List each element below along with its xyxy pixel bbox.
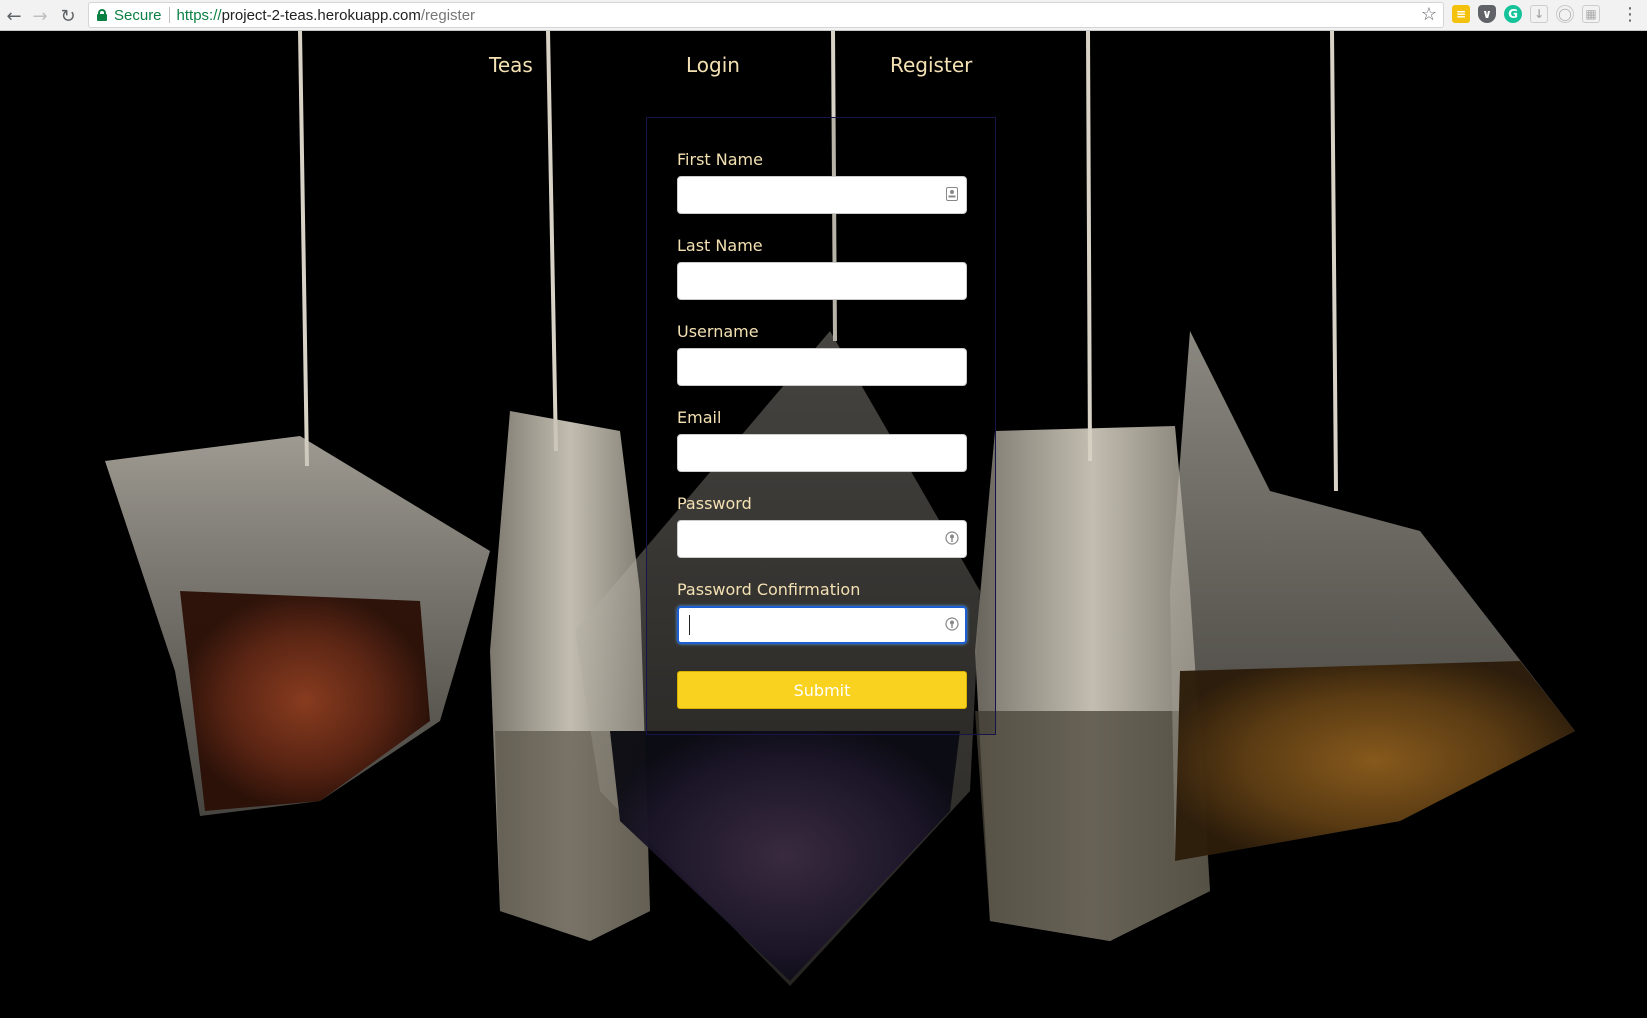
first-name-label: First Name <box>677 150 763 169</box>
text-caret <box>689 615 690 635</box>
back-icon[interactable]: ← <box>0 2 28 30</box>
register-form: First Name Last Name Username Email Pass… <box>646 117 996 735</box>
lock-icon <box>97 9 107 21</box>
extension-pin-icon[interactable]: ↓ <box>1530 5 1548 23</box>
browser-menu-icon[interactable]: ⋮ <box>1621 4 1639 25</box>
username-input[interactable] <box>677 348 967 386</box>
password-field-wrap <box>677 520 967 558</box>
page: Teas Login Register First Name Last Name… <box>0 31 1647 1018</box>
nav-link-login[interactable]: Login <box>686 53 740 77</box>
extension-circle-icon[interactable]: ◯ <box>1556 5 1574 23</box>
email-label: Email <box>677 408 722 427</box>
first-name-field-wrap <box>677 176 967 214</box>
address-bar[interactable]: Secure https://project-2-teas.herokuapp.… <box>88 2 1444 28</box>
reload-icon[interactable]: ↻ <box>54 2 82 30</box>
extension-yellow-icon[interactable]: ≡ <box>1452 5 1470 23</box>
submit-button[interactable]: Submit <box>677 671 967 709</box>
top-nav: Teas Login Register <box>0 53 1647 93</box>
username-label: Username <box>677 322 759 341</box>
nav-link-teas[interactable]: Teas <box>489 53 533 77</box>
nav-link-register[interactable]: Register <box>890 53 972 77</box>
last-name-label: Last Name <box>677 236 763 255</box>
password-input[interactable] <box>677 520 967 558</box>
browser-toolbar: ← → ↻ Secure https://project-2-teas.hero… <box>0 0 1647 31</box>
extension-grid-icon[interactable]: ▦ <box>1582 5 1600 23</box>
secure-label: Secure <box>114 6 162 24</box>
password-key-icon[interactable] <box>945 616 959 632</box>
first-name-input[interactable] <box>677 176 967 214</box>
pocket-icon[interactable]: ∨ <box>1478 5 1496 23</box>
url-scheme: https:// <box>176 6 222 24</box>
grammarly-icon[interactable]: G <box>1504 5 1522 23</box>
last-name-input[interactable] <box>677 262 967 300</box>
password-confirmation-label: Password Confirmation <box>677 580 861 599</box>
password-label: Password <box>677 494 752 513</box>
password-confirmation-input[interactable] <box>677 606 967 644</box>
extension-icons: ≡ ∨ G ↓ ◯ ▦ <box>1452 5 1600 23</box>
url-separator <box>168 7 170 23</box>
url-path: /register <box>420 6 476 24</box>
password-confirmation-field-wrap <box>677 606 967 644</box>
bookmark-star-icon[interactable]: ☆ <box>1421 4 1437 25</box>
contact-card-icon[interactable] <box>945 186 959 202</box>
forward-icon[interactable]: → <box>26 2 54 30</box>
url-host: project-2-teas.herokuapp.com <box>221 6 421 24</box>
password-key-icon[interactable] <box>945 530 959 546</box>
email-input[interactable] <box>677 434 967 472</box>
